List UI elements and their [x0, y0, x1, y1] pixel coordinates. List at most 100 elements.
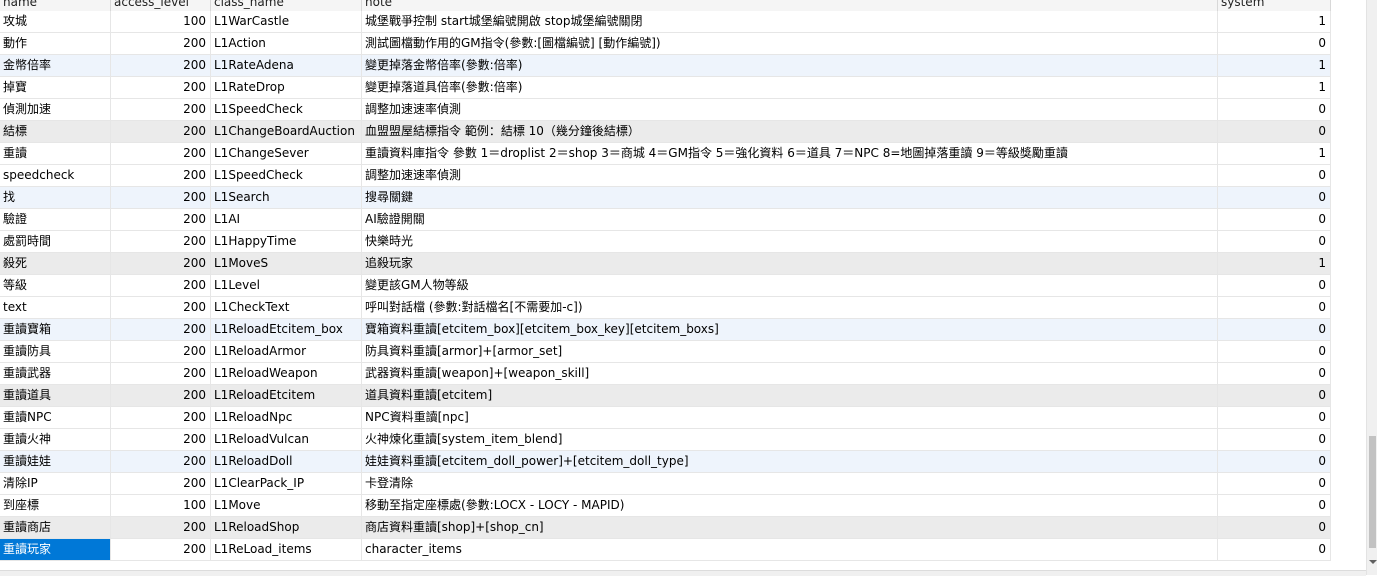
cell-class-name[interactable]: L1Move [211, 495, 362, 516]
cell-access-level[interactable]: 200 [111, 539, 211, 560]
cell-access-level[interactable]: 100 [111, 11, 211, 32]
cell-note[interactable]: 寶箱資料重讀[etcitem_box][etcitem_box_key][etc… [362, 319, 1218, 340]
cell-class-name[interactable]: L1SpeedCheck [211, 99, 362, 120]
cell-note[interactable]: 血盟盟屋結標指令 範例：結標 10（幾分鐘後結標） [362, 121, 1218, 142]
cell-name[interactable]: 偵測加速 [0, 99, 111, 120]
cell-access-level[interactable]: 200 [111, 77, 211, 98]
column-header-system[interactable]: system [1218, 0, 1331, 11]
cell-access-level[interactable]: 200 [111, 121, 211, 142]
cell-note[interactable]: 卡登清除 [362, 473, 1218, 494]
cell-note[interactable]: NPC資料重讀[npc] [362, 407, 1218, 428]
table-row[interactable]: 偵測加速 200 L1SpeedCheck 調整加速速率偵測 0 [0, 99, 1331, 121]
cell-system[interactable]: 1 [1218, 11, 1331, 32]
cell-system[interactable]: 1 [1218, 143, 1331, 164]
cell-access-level[interactable]: 200 [111, 55, 211, 76]
cell-system[interactable]: 0 [1218, 99, 1331, 120]
cell-note[interactable]: 火神煉化重讀[system_item_blend] [362, 429, 1218, 450]
cell-name[interactable]: 重讀寶箱 [0, 319, 111, 340]
cell-class-name[interactable]: L1ReloadEtcitem [211, 385, 362, 406]
cell-name[interactable]: 殺死 [0, 253, 111, 274]
cell-system[interactable]: 0 [1218, 297, 1331, 318]
cell-system[interactable]: 0 [1218, 231, 1331, 252]
cell-name[interactable]: 等級 [0, 275, 111, 296]
cell-access-level[interactable]: 200 [111, 429, 211, 450]
cell-class-name[interactable]: L1ReloadShop [211, 517, 362, 538]
cell-note[interactable]: 快樂時光 [362, 231, 1218, 252]
cell-system[interactable]: 0 [1218, 495, 1331, 516]
table-row[interactable]: text 200 L1CheckText 呼叫對話檔 (參數:對話檔名[不需要加-c]… [0, 297, 1331, 319]
cell-class-name[interactable]: L1Search [211, 187, 362, 208]
table-row[interactable]: speedcheck 200 L1SpeedCheck 調整加速速率偵測 0 [0, 165, 1331, 187]
cell-class-name[interactable]: L1CheckText [211, 297, 362, 318]
cell-access-level[interactable]: 200 [111, 385, 211, 406]
cell-system[interactable]: 0 [1218, 341, 1331, 362]
cell-note[interactable]: 重讀資料庫指令 參數 1＝droplist 2＝shop 3＝商城 4＝GM指令… [362, 143, 1218, 164]
cell-system[interactable]: 0 [1218, 319, 1331, 340]
cell-note[interactable]: 防具資料重讀[armor]+[armor_set] [362, 341, 1218, 362]
cell-note[interactable]: 城堡戰爭控制 start城堡編號開啟 stop城堡編號關閉 [362, 11, 1218, 32]
table-row[interactable]: 掉寶 200 L1RateDrop 變更掉落道具倍率(參數:倍率) 1 [0, 77, 1331, 99]
cell-note[interactable]: 調整加速速率偵測 [362, 99, 1218, 120]
cell-class-name[interactable]: L1WarCastle [211, 11, 362, 32]
cell-access-level[interactable]: 200 [111, 407, 211, 428]
cell-class-name[interactable]: L1ClearPack_IP [211, 473, 362, 494]
cell-name[interactable]: 處罰時間 [0, 231, 111, 252]
table-row[interactable]: 重讀 200 L1ChangeSever 重讀資料庫指令 參數 1＝droplist … [0, 143, 1331, 165]
cell-system[interactable]: 0 [1218, 429, 1331, 450]
scrollbar-thumb[interactable] [1369, 436, 1376, 548]
cell-class-name[interactable]: L1ReloadArmor [211, 341, 362, 362]
cell-note[interactable]: 變更掉落金幣倍率(參數:倍率) [362, 55, 1218, 76]
cell-class-name[interactable]: L1ReloadVulcan [211, 429, 362, 450]
cell-class-name[interactable]: L1SpeedCheck [211, 165, 362, 186]
table-row[interactable]: 重讀火神 200 L1ReloadVulcan 火神煉化重讀[system_item_… [0, 429, 1331, 451]
vertical-scrollbar[interactable] [1366, 0, 1377, 575]
cell-system[interactable]: 0 [1218, 385, 1331, 406]
cell-access-level[interactable]: 200 [111, 297, 211, 318]
cell-class-name[interactable]: L1ChangeBoardAuction [211, 121, 362, 142]
cell-class-name[interactable]: L1ChangeSever [211, 143, 362, 164]
cell-name[interactable]: 重讀商店 [0, 517, 111, 538]
cell-system[interactable]: 0 [1218, 33, 1331, 54]
cell-system[interactable]: 0 [1218, 187, 1331, 208]
table-row[interactable]: 殺死 200 L1MoveS 追殺玩家 1 [0, 253, 1331, 275]
cell-note[interactable]: character_items [362, 539, 1218, 560]
scroll-down-button[interactable] [1367, 556, 1377, 568]
table-row[interactable]: 金幣倍率 200 L1RateAdena 變更掉落金幣倍率(參數:倍率) 1 [0, 55, 1331, 77]
cell-system[interactable]: 0 [1218, 407, 1331, 428]
table-row[interactable]: 找 200 L1Search 搜尋關鍵 0 [0, 187, 1331, 209]
column-header-access-level[interactable]: access_level [111, 0, 211, 11]
cell-name[interactable]: 動作 [0, 33, 111, 54]
table-row[interactable]: 重讀玩家 200 L1ReLoad_items character_items 0 [0, 539, 1331, 561]
column-header-name[interactable]: name [0, 0, 111, 11]
cell-access-level[interactable]: 200 [111, 451, 211, 472]
cell-system[interactable]: 1 [1218, 55, 1331, 76]
cell-note[interactable]: 變更掉落道具倍率(參數:倍率) [362, 77, 1218, 98]
cell-name[interactable]: 重讀火神 [0, 429, 111, 450]
column-header-class-name[interactable]: class_name [211, 0, 362, 11]
cell-access-level[interactable]: 200 [111, 363, 211, 384]
cell-note[interactable]: 變更該GM人物等級 [362, 275, 1218, 296]
cell-name[interactable]: 重讀玩家 [0, 539, 111, 560]
cell-access-level[interactable]: 200 [111, 517, 211, 538]
data-grid[interactable]: name access_level class_name note system… [0, 0, 1366, 575]
cell-note[interactable]: 娃娃資料重讀[etcitem_doll_power]+[etcitem_doll… [362, 451, 1218, 472]
cell-access-level[interactable]: 200 [111, 231, 211, 252]
cell-access-level[interactable]: 200 [111, 341, 211, 362]
cell-name[interactable]: 重讀娃娃 [0, 451, 111, 472]
table-row[interactable]: 等級 200 L1Level 變更該GM人物等級 0 [0, 275, 1331, 297]
cell-access-level[interactable]: 200 [111, 33, 211, 54]
cell-class-name[interactable]: L1ReloadNpc [211, 407, 362, 428]
cell-class-name[interactable]: L1MoveS [211, 253, 362, 274]
cell-note[interactable]: 調整加速速率偵測 [362, 165, 1218, 186]
cell-class-name[interactable]: L1AI [211, 209, 362, 230]
cell-note[interactable]: 道具資料重讀[etcitem] [362, 385, 1218, 406]
cell-name[interactable]: 重讀武器 [0, 363, 111, 384]
cell-access-level[interactable]: 200 [111, 319, 211, 340]
cell-system[interactable]: 1 [1218, 77, 1331, 98]
cell-access-level[interactable]: 200 [111, 99, 211, 120]
table-row[interactable]: 重讀娃娃 200 L1ReloadDoll 娃娃資料重讀[etcitem_doll_p… [0, 451, 1331, 473]
table-row[interactable]: 動作 200 L1Action 測試圖檔動作用的GM指令(參數:[圖檔編號] [動作編… [0, 33, 1331, 55]
table-row[interactable]: 重讀道具 200 L1ReloadEtcitem 道具資料重讀[etcitem] 0 [0, 385, 1331, 407]
table-row[interactable]: 重讀NPC 200 L1ReloadNpc NPC資料重讀[npc] 0 [0, 407, 1331, 429]
cell-note[interactable]: AI驗證開關 [362, 209, 1218, 230]
